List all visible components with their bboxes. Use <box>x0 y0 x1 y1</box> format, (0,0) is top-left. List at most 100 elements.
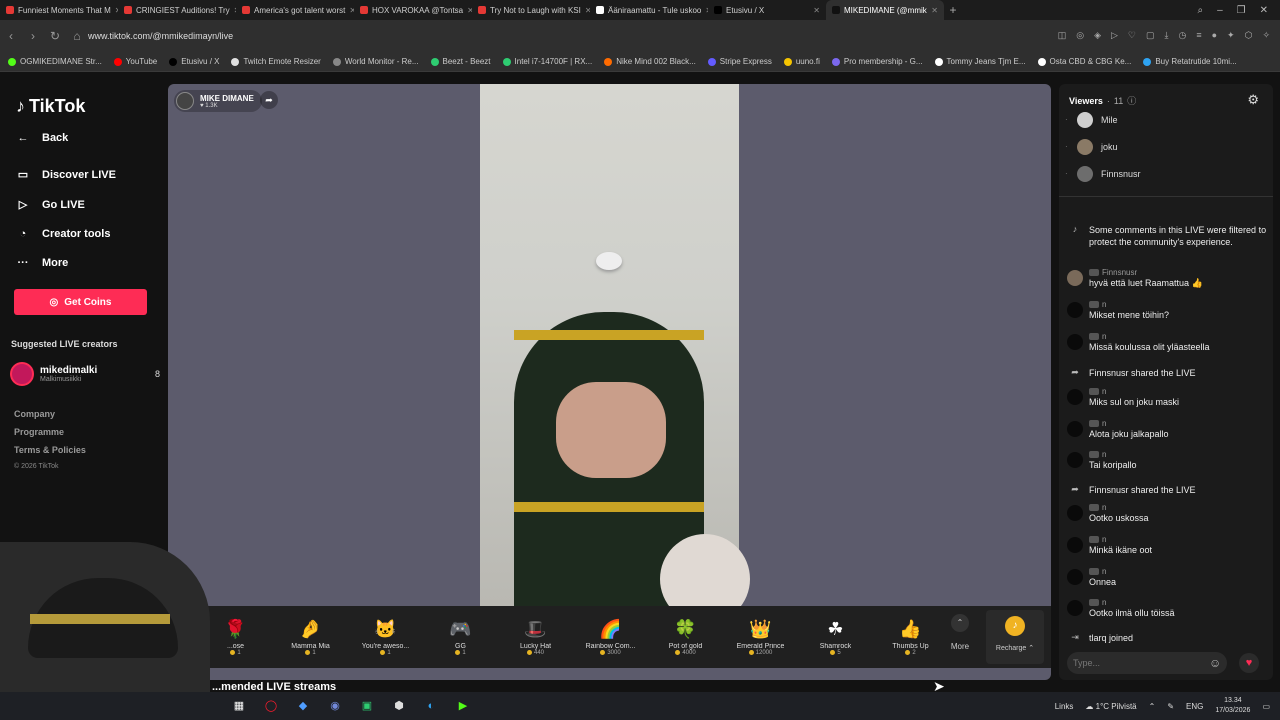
bookmark-item[interactable]: Stripe Express <box>707 57 772 66</box>
language-indicator[interactable]: ENG <box>1186 702 1203 711</box>
cube-icon[interactable]: ⬡ <box>1245 30 1253 41</box>
gift-more-button[interactable]: ⌃ More <box>940 614 980 651</box>
gift-item[interactable]: 🎩 Lucky Hat 440 <box>498 619 573 656</box>
browser-tab[interactable]: CRINGIEST Auditions! Try✕ <box>118 0 236 20</box>
host-info[interactable]: MIKE DIMANE ♥ 1.3K <box>174 90 262 112</box>
gift-item[interactable]: 👑 Emerald Prince 12000 <box>723 619 798 656</box>
pen-icon[interactable]: ✎ <box>1167 702 1174 711</box>
camera-icon[interactable]: ◎ <box>1076 30 1084 41</box>
opera-icon[interactable]: ◯ <box>262 697 280 715</box>
bookmark-item[interactable]: Pro membership - G... <box>831 57 923 66</box>
footer-programme-link[interactable]: Programme <box>14 427 64 437</box>
shield-icon[interactable]: ⬢ <box>390 697 408 715</box>
chat-username[interactable]: n <box>1089 535 1152 544</box>
live-video-player[interactable]: MIKE DIMANE ♥ 1.3K ➦ <box>168 84 1051 680</box>
avatar[interactable] <box>1067 389 1083 405</box>
tab-close-icon[interactable]: ✕ <box>931 6 938 15</box>
chat-username[interactable]: n <box>1089 503 1149 512</box>
weather[interactable]: ☁ 1°C Pilvistä <box>1085 702 1136 711</box>
gift-item[interactable]: 👍 Thumbs Up 2 <box>873 619 948 656</box>
bookmark-item[interactable]: Twitch Emote Resizer <box>231 57 321 66</box>
home-icon[interactable]: ⌂ <box>66 29 88 43</box>
chat-username[interactable]: n <box>1089 419 1169 428</box>
nav-more[interactable]: ··· More <box>16 257 69 269</box>
viewer-item[interactable]: Finnsnusr <box>1077 166 1141 182</box>
browser-tab[interactable]: America's got talent worst ✕ <box>236 0 354 20</box>
download-icon[interactable]: ⤓ <box>1165 30 1169 41</box>
play-icon[interactable]: ▷ <box>1111 30 1118 41</box>
browser-tab[interactable]: Etusivu / X ✕ <box>708 0 826 20</box>
viewers-header[interactable]: Viewers · 11 ⓘ <box>1069 94 1269 107</box>
avatar[interactable] <box>1067 334 1083 350</box>
maximize-icon[interactable]: ❐ <box>1237 5 1246 16</box>
task-view-icon[interactable]: ▦ <box>230 697 248 715</box>
nav-go-live[interactable]: ▷ Go LIVE <box>16 198 85 212</box>
forward-arrow-icon[interactable]: › <box>22 29 44 43</box>
nav-creator-tools[interactable]: ◔ Creator tools <box>16 228 111 240</box>
bookmark-item[interactable]: OGMIKEDIMANE Str... <box>8 57 102 66</box>
bookmark-item[interactable]: Buy Retatrutide 10mi... <box>1143 57 1237 66</box>
extension-icon[interactable]: ✦ <box>1227 30 1235 41</box>
avatar[interactable] <box>1067 569 1083 585</box>
edge-icon[interactable]: ◐ <box>422 697 440 715</box>
browser-tab[interactable]: MIKEDIMANE (@mmik ✕ <box>826 0 944 20</box>
bookmark-item[interactable]: Osta CBD & CBG Ke... <box>1037 57 1131 66</box>
bookmark-item[interactable]: Intel i7-14700F | RX... <box>502 57 592 66</box>
bookmark-item[interactable]: Etusivu / X <box>169 57 219 66</box>
avatar[interactable] <box>1067 537 1083 553</box>
bookmark-item[interactable]: YouTube <box>113 57 157 66</box>
app-icon[interactable]: ▣ <box>358 697 376 715</box>
nav-back[interactable]: ← Back <box>16 132 69 144</box>
bookmark-item[interactable]: World Monitor - Re... <box>332 57 419 66</box>
box-icon[interactable]: ▢ <box>1146 30 1155 41</box>
info-icon[interactable]: ⓘ <box>1127 94 1136 107</box>
profile-icon[interactable]: ● <box>1212 30 1217 41</box>
emoji-icon[interactable]: ☺ <box>1209 656 1221 670</box>
shield-icon[interactable]: ◈ <box>1094 30 1101 41</box>
gift-item[interactable]: 🍀 Pot of gold 4000 <box>648 619 723 656</box>
browser-tab[interactable]: Try Not to Laugh with KSI ✕ <box>472 0 590 20</box>
clock[interactable]: 13.34 17/03/2026 <box>1215 696 1250 716</box>
menu-icon[interactable]: ≡ <box>1196 30 1201 41</box>
bookmark-item[interactable]: uuno.fi <box>783 57 820 66</box>
chat-username[interactable]: n <box>1089 567 1116 576</box>
app-icon[interactable]: ◆ <box>294 697 312 715</box>
avatar[interactable] <box>1067 302 1083 318</box>
links-toolbar[interactable]: Links <box>1055 702 1074 711</box>
comment-input[interactable]: Type... <box>1067 652 1227 674</box>
footer-terms-link[interactable]: Terms & Policies <box>14 445 86 455</box>
browser-tab[interactable]: Funniest Moments That M✕ <box>0 0 118 20</box>
chat-username[interactable]: n <box>1089 300 1169 309</box>
minimize-icon[interactable]: – <box>1217 5 1223 16</box>
kick-icon[interactable]: ▶ <box>454 697 472 715</box>
search-tabs-icon[interactable]: ⌕ <box>1197 5 1203 16</box>
gift-item[interactable]: 🌈 Rainbow Com... 3000 <box>573 619 648 656</box>
back-arrow-icon[interactable]: ‹ <box>0 29 22 43</box>
notification-icon[interactable]: ▭ <box>1262 702 1270 711</box>
gift-item[interactable]: 🤌 Mamma Mia 1 <box>273 619 348 656</box>
gift-item[interactable]: ☘ Shamrock 5 <box>798 619 873 656</box>
chat-username[interactable]: n <box>1089 387 1179 396</box>
footer-company-link[interactable]: Company <box>14 409 55 419</box>
tab-close-icon[interactable]: ✕ <box>813 6 820 15</box>
browser-tab[interactable]: HOX VAROKAA @Tontsa ✕ <box>354 0 472 20</box>
avatar[interactable] <box>1067 270 1083 286</box>
heart-icon[interactable]: ♡ <box>1128 30 1136 41</box>
history-icon[interactable]: ◷ <box>1178 30 1186 41</box>
avatar[interactable] <box>1067 452 1083 468</box>
chat-username[interactable]: n <box>1089 450 1137 459</box>
bookmark-item[interactable]: Tommy Jeans Tjm E... <box>934 57 1026 66</box>
get-coins-button[interactable]: ◎ Get Coins <box>14 289 147 315</box>
new-tab-icon[interactable]: + <box>944 3 962 17</box>
chat-username[interactable]: Finnsnusr <box>1089 268 1203 277</box>
suggested-creator[interactable]: mikedimalki Malkimusiikki 8 <box>10 362 160 386</box>
bookmark-item[interactable]: Nike Mind 002 Black... <box>604 57 696 66</box>
chat-username[interactable]: n <box>1089 598 1175 607</box>
viewer-item[interactable]: joku <box>1077 139 1118 155</box>
gear-icon[interactable]: ⚙ <box>1247 92 1259 108</box>
ai-icon[interactable]: ✧ <box>1262 30 1270 41</box>
avatar[interactable] <box>1067 600 1083 616</box>
nav-discover-live[interactable]: ▭ Discover LIVE <box>16 168 116 182</box>
reload-icon[interactable]: ↻ <box>44 29 66 43</box>
avatar[interactable] <box>1067 505 1083 521</box>
